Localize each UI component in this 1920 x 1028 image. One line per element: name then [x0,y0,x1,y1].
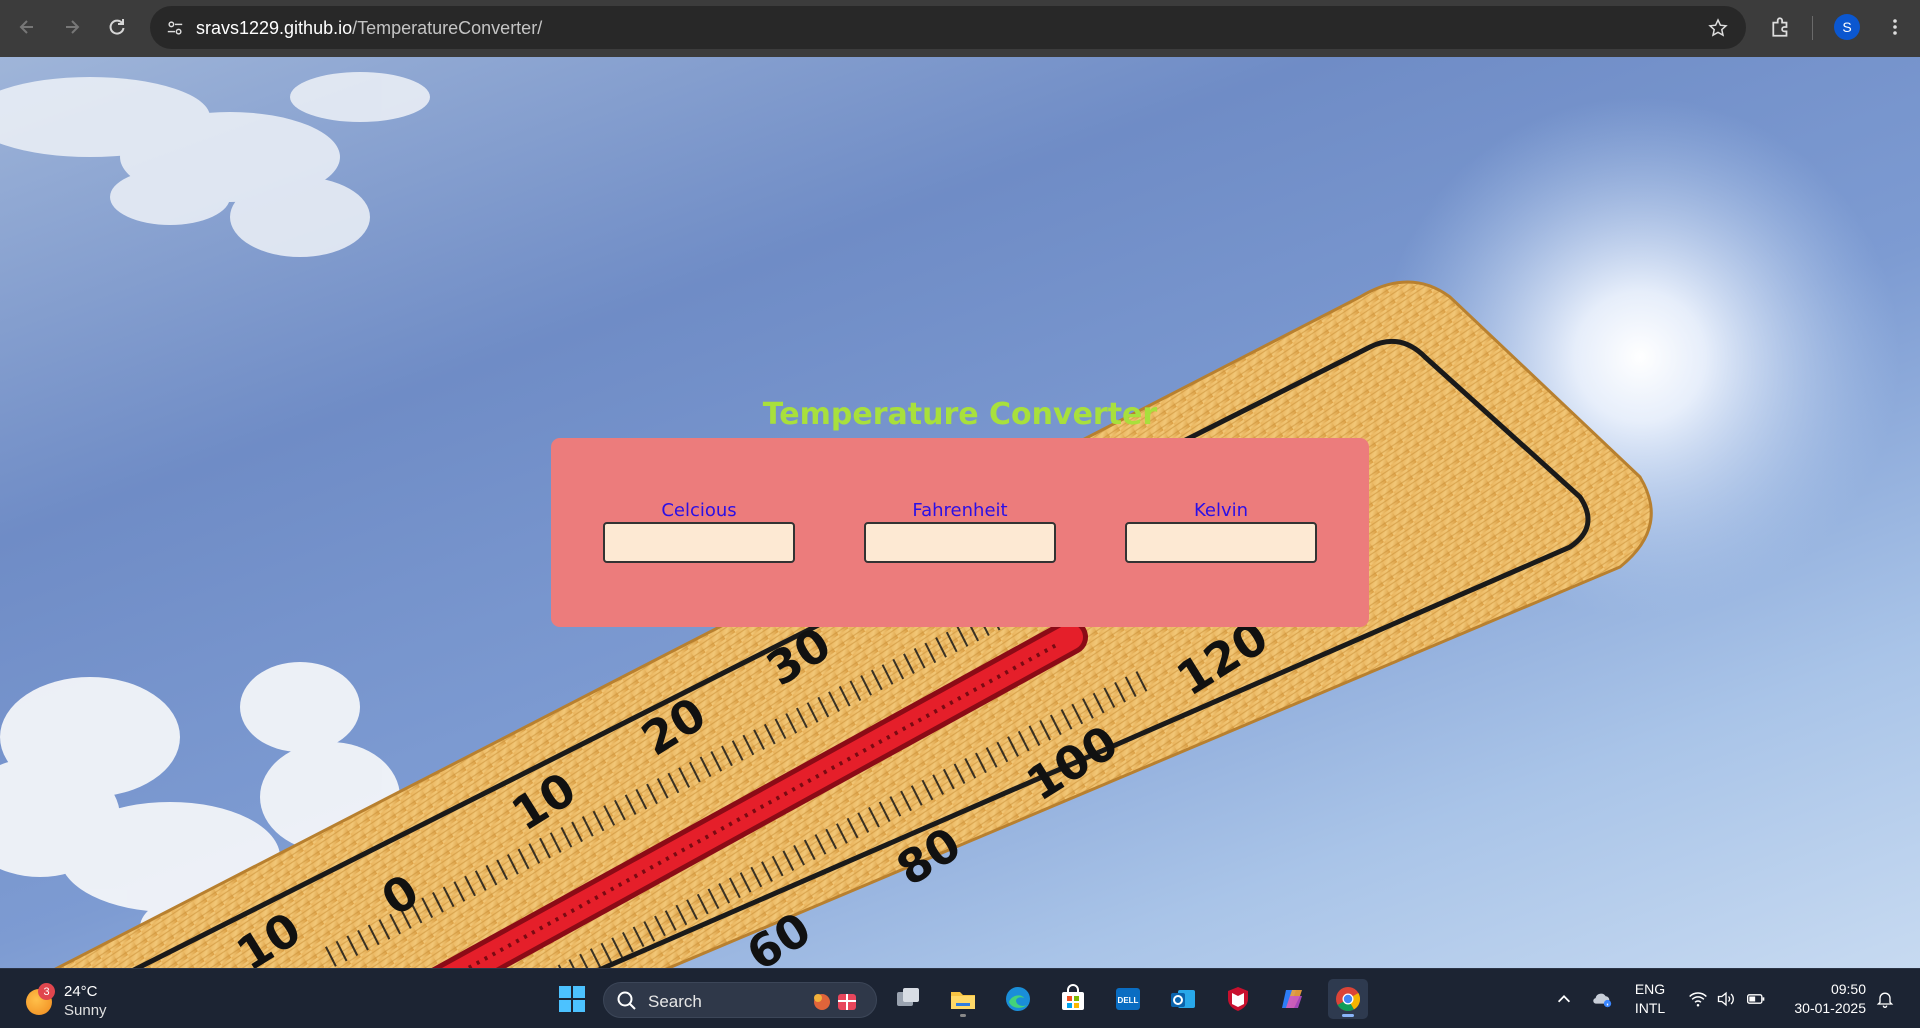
search-highlight-icon [814,994,856,1010]
kelvin-input[interactable] [1125,522,1317,563]
taskbar-edge[interactable] [998,979,1038,1019]
search-label: Search [648,992,702,1011]
reload-icon [109,19,125,35]
celsius-label: Celcious [661,500,737,521]
show-hidden-icons-button[interactable] [1552,983,1576,1015]
svg-text:DELL: DELL [1118,996,1139,1005]
address-bar[interactable]: sravs1229.github.io/TemperatureConverter… [150,6,1746,49]
bell-icon [1876,992,1894,1008]
taskbar-search[interactable]: Search [603,982,877,1018]
url-host: sravs1229.github.io [196,18,353,38]
active-indicator [1342,1014,1354,1017]
bookmark-star-icon[interactable] [1706,16,1730,40]
kelvin-label: Kelvin [1193,500,1249,521]
fahrenheit-label: Fahrenheit [912,500,1008,521]
kebab-menu-icon[interactable] [1880,12,1910,42]
taskbar-file-explorer[interactable] [943,979,983,1019]
wifi-status[interactable] [1684,983,1712,1015]
browser-toolbar: sravs1229.github.io/TemperatureConverter… [0,0,1920,57]
kelvin-field-group: Kelvin [1125,500,1317,563]
taskbar-dell[interactable]: DELL [1108,979,1148,1019]
cloud-info-icon [1593,993,1612,1008]
page-title: Temperature Converter [762,397,1158,432]
task-view-icon [897,988,919,1006]
wifi-icon [1689,992,1707,1007]
chrome-icon [1336,987,1361,1012]
celsius-input[interactable] [603,522,795,563]
fahrenheit-input[interactable] [864,522,1056,563]
converter-card: Celcious Fahrenheit Kelvin [551,438,1369,627]
battery-icon [1747,994,1765,1004]
url-text[interactable]: sravs1229.github.io/TemperatureConverter… [196,18,542,39]
clock-time: 09:50 [1830,981,1866,997]
taskbar-microsoft-store[interactable] [1053,979,1093,1019]
url-path: /TemperatureConverter/ [352,18,543,38]
folder-icon [951,992,975,1009]
clouds-top-left [0,72,430,257]
toolbar-divider [1812,16,1813,40]
back-button[interactable] [12,12,42,42]
forward-arrow-icon [66,20,80,34]
fahrenheit-field-group: Fahrenheit [864,500,1056,563]
input-language[interactable]: ENG INTL [1630,980,1670,1018]
mcafee-shield-icon [1228,987,1248,1011]
copilot-icon [1282,990,1302,1008]
weather-condition: Sunny [64,1002,107,1019]
search-icon [617,991,636,1010]
outlook-icon [1171,990,1195,1008]
back-arrow-icon [19,20,33,34]
celsius-field-group: Celcious [603,500,795,563]
start-button[interactable] [552,979,592,1019]
taskbar-outlook[interactable] [1163,979,1203,1019]
weather-temperature: 24°C [64,983,98,1000]
taskbar-chrome[interactable] [1328,979,1368,1019]
extensions-icon[interactable] [1766,12,1796,42]
notifications-button[interactable] [1872,983,1898,1015]
battery-status[interactable] [1742,983,1770,1015]
chevron-up-icon [1557,995,1571,1003]
system-clock[interactable]: 09:50 30-01-2025 [1786,980,1866,1018]
page-viewport: 120 100 80 60 30 20 10 0 10 Temperature … [0,57,1920,968]
weather-widget[interactable]: 3 24°C Sunny [26,979,136,1021]
reload-button[interactable] [102,12,132,42]
taskbar-copilot[interactable] [1273,979,1313,1019]
profile-avatar[interactable]: S [1834,14,1860,40]
windows-logo-icon [559,986,585,1012]
store-icon [1062,984,1084,1010]
dell-icon: DELL [1116,988,1140,1010]
clock-date: 30-01-2025 [1794,1000,1866,1016]
running-indicator [960,1014,966,1017]
edge-icon [1006,987,1030,1011]
site-settings-icon[interactable] [164,17,186,39]
language-layout: INTL [1634,1000,1666,1016]
forward-button[interactable] [57,12,87,42]
taskbar: 3 24°C Sunny Search DELL ENG INTL 09:50 … [0,968,1920,1028]
taskbar-task-view[interactable] [888,979,928,1019]
volume-status[interactable] [1712,983,1740,1015]
weather-badge: 3 [38,983,55,1000]
taskbar-mcafee[interactable] [1218,979,1258,1019]
language-code: ENG [1634,981,1666,997]
speaker-icon [1717,991,1734,1007]
onedrive-status[interactable] [1588,983,1616,1015]
